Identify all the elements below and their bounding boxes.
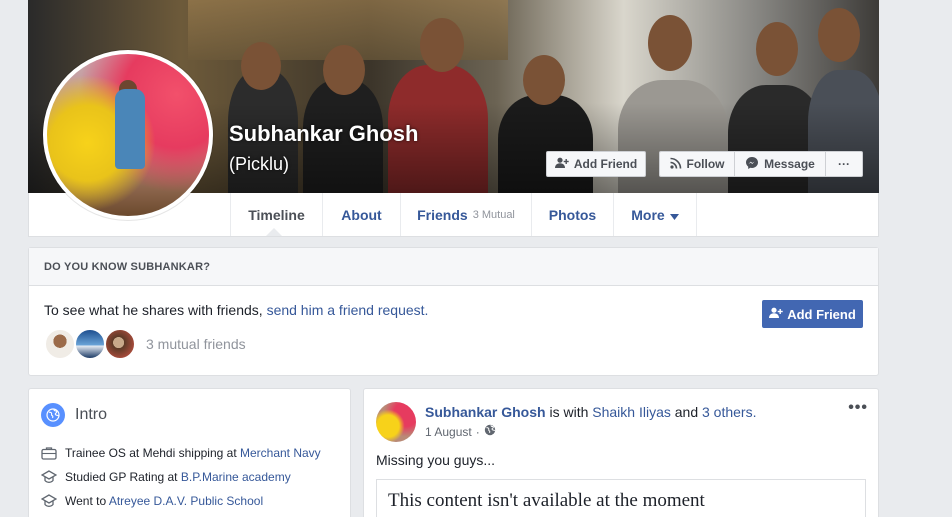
- prompt-text: To see what he shares with friends,: [44, 302, 267, 318]
- briefcase-icon: [41, 445, 57, 461]
- profile-picture[interactable]: [43, 50, 213, 220]
- intro-card: Intro Trainee OS at Mehdi shipping at Me…: [28, 388, 351, 517]
- add-friend-icon: [769, 307, 783, 322]
- tab-label: Timeline: [248, 206, 305, 223]
- card-heading: DO YOU KNOW SUBHANKAR?: [29, 248, 878, 286]
- message-label: Message: [764, 157, 815, 171]
- post-date-link[interactable]: 1 August: [425, 425, 472, 439]
- post-options-button[interactable]: •••: [848, 399, 868, 417]
- intro-education-item: Studied GP Rating at B.P.Marine academy: [41, 469, 291, 485]
- post-header: Subhankar Ghosh is with Shaikh Iliyas an…: [425, 404, 756, 420]
- intro-work-item: Trainee OS at Mehdi shipping at Merchant…: [41, 445, 321, 461]
- mutual-friends-row[interactable]: 3 mutual friends: [44, 328, 246, 360]
- unavailable-content-box: This content isn't available at the mome…: [376, 479, 866, 517]
- intro-text: Went to: [65, 494, 109, 508]
- tab-label: Photos: [548, 206, 597, 223]
- tab-photos[interactable]: Photos: [531, 193, 613, 236]
- message-button[interactable]: Message: [734, 151, 826, 177]
- timeline-post: Subhankar Ghosh is with Shaikh Iliyas an…: [363, 388, 879, 517]
- post-text: Missing you guys...: [376, 452, 496, 468]
- with-text: is with: [545, 404, 593, 420]
- add-friend-primary-button[interactable]: Add Friend: [762, 300, 863, 328]
- mutual-friend-avatar[interactable]: [74, 328, 106, 360]
- unavailable-message: This content isn't available at the mome…: [388, 490, 705, 511]
- mutual-friends-count[interactable]: 3 mutual friends: [146, 336, 246, 352]
- follow-label: Follow: [686, 157, 725, 171]
- separator: ·: [475, 424, 480, 439]
- profile-name[interactable]: Subhankar Ghosh: [229, 121, 418, 147]
- tab-label: Friends: [417, 206, 468, 223]
- caret-down-icon: [669, 207, 679, 223]
- bp-marine-academy-link[interactable]: B.P.Marine academy: [181, 470, 291, 484]
- tagged-friend-link[interactable]: Shaikh Iliyas: [592, 404, 671, 420]
- intro-school-item: Went to Atreyee D.A.V. Public School: [41, 493, 263, 509]
- send-friend-request-link[interactable]: send him a friend request.: [267, 302, 429, 318]
- mutual-friend-avatar[interactable]: [44, 328, 76, 360]
- tab-label: About: [341, 206, 382, 223]
- public-globe-icon[interactable]: [484, 424, 496, 439]
- mutual-friend-avatar[interactable]: [104, 328, 136, 360]
- globe-icon: [41, 403, 65, 427]
- merchant-navy-link[interactable]: Merchant Navy: [240, 446, 321, 460]
- tab-friends[interactable]: Friends 3 Mutual: [400, 193, 531, 236]
- tab-label: More: [631, 206, 665, 223]
- atreyee-dav-school-link[interactable]: Atreyee D.A.V. Public School: [109, 494, 263, 508]
- do-you-know-card: DO YOU KNOW SUBHANKAR? To see what he sh…: [28, 247, 879, 376]
- add-friend-label: Add Friend: [787, 306, 856, 322]
- post-author-avatar[interactable]: [376, 402, 416, 442]
- rss-icon: [669, 157, 682, 172]
- others-link[interactable]: 3 others.: [702, 404, 756, 420]
- post-author-link[interactable]: Subhankar Ghosh: [425, 404, 546, 420]
- profile-alternate-name: (Picklu): [229, 154, 290, 174]
- add-friend-label: Add Friend: [573, 157, 638, 171]
- more-options-button[interactable]: ···: [825, 151, 863, 177]
- and-text: and: [670, 404, 702, 420]
- friend-request-prompt: To see what he shares with friends, send…: [44, 302, 428, 318]
- intro-title: Intro: [75, 406, 108, 423]
- tab-about[interactable]: About: [322, 193, 400, 236]
- intro-text: Studied GP Rating at: [65, 470, 181, 484]
- active-tab-indicator: [266, 228, 282, 236]
- more-dots-icon: ···: [838, 157, 850, 171]
- mutual-count: 3 Mutual: [472, 208, 515, 221]
- post-meta: 1 August ·: [425, 424, 496, 439]
- follow-button[interactable]: Follow: [659, 151, 735, 177]
- graduation-cap-icon: [41, 469, 57, 485]
- tab-more[interactable]: More: [613, 193, 697, 236]
- intro-heading: Intro: [41, 403, 107, 427]
- messenger-icon: [745, 156, 759, 173]
- add-friend-icon: [554, 157, 569, 172]
- graduation-cap-icon: [41, 493, 57, 509]
- intro-text: Trainee OS at Mehdi shipping at: [65, 446, 240, 460]
- add-friend-button[interactable]: Add Friend: [546, 151, 646, 177]
